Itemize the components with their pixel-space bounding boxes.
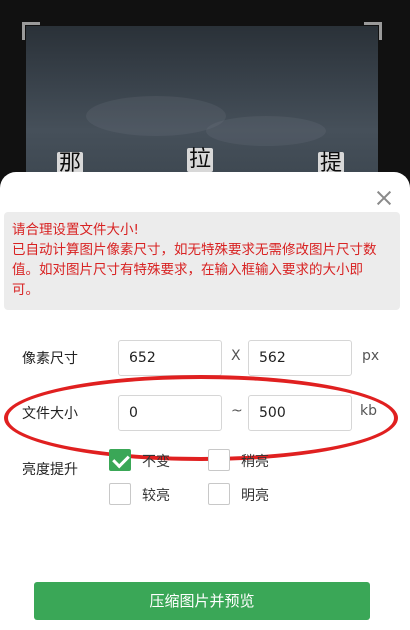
crop-handle-top-left[interactable] [22, 22, 40, 40]
brightness-option-label: 稍亮 [241, 454, 269, 470]
notice-text-line: 可。 [12, 282, 39, 298]
photo-background: 那 拉 提 [0, 0, 410, 200]
notice-box: 请合理设置文件大小! 已自动计算图片像素尺寸，如无特殊要求无需修改图片尺寸数 值… [4, 212, 400, 310]
annotation-highlight-oval [4, 375, 398, 461]
notice-text-line: 已自动计算图片像素尺寸，如无特殊要求无需修改图片尺寸数 [12, 242, 377, 258]
crop-handle-top-right[interactable] [364, 22, 382, 40]
photo-text-char: 拉 [187, 147, 214, 172]
pixel-unit: px [362, 348, 380, 364]
pixel-size-label: 像素尺寸 [22, 351, 78, 367]
notice-text-line: 值。如对图片尺寸有特殊要求，在输入框输入要求的大小即 [12, 262, 363, 278]
brightness-option-checkbox-unchanged[interactable] [109, 449, 131, 471]
brightness-option-label: 较亮 [142, 488, 170, 504]
close-icon[interactable] [372, 186, 396, 210]
brightness-option-checkbox-bright[interactable] [208, 483, 230, 505]
cloud-shape [86, 96, 226, 136]
brightness-option-checkbox-slightly[interactable] [208, 449, 230, 471]
brightness-option-label: 不变 [142, 454, 170, 470]
pixel-height-input[interactable] [248, 340, 352, 376]
brightness-option-checkbox-brighter[interactable] [109, 483, 131, 505]
cloud-shape [206, 116, 326, 146]
pixel-size-separator: X [231, 348, 241, 364]
notice-title: 请合理设置文件大小! [12, 222, 139, 238]
pixel-width-input[interactable] [118, 340, 222, 376]
compress-preview-button[interactable]: 压缩图片并预览 [34, 582, 370, 620]
brightness-option-label: 明亮 [241, 488, 269, 504]
brightness-label: 亮度提升 [22, 462, 78, 478]
